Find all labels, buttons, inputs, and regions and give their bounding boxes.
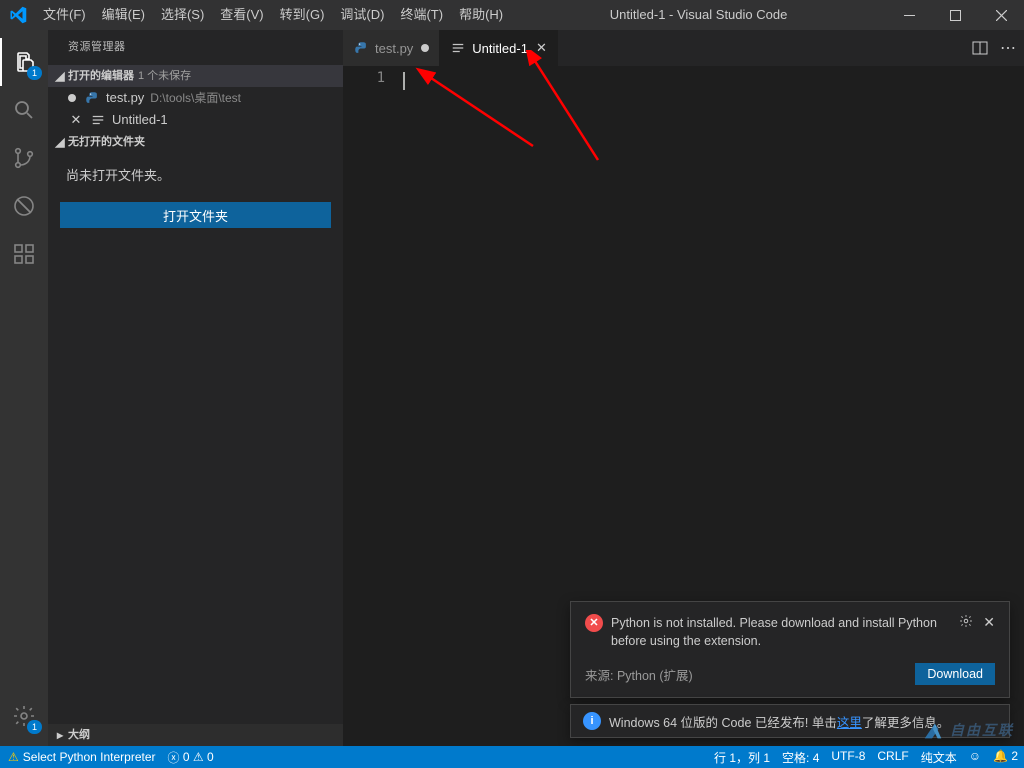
status-feedback-icon[interactable]: ☺ xyxy=(963,749,987,763)
debug-icon[interactable] xyxy=(0,182,48,230)
status-notifications[interactable]: 🔔 2 xyxy=(987,749,1024,763)
menu-selection[interactable]: 选择(S) xyxy=(153,0,212,30)
window-title: Untitled-1 - Visual Studio Code xyxy=(511,0,886,30)
outline-header[interactable]: ▸ 大纲 xyxy=(48,724,343,746)
notification-python: ✕ Python is not installed. Please downlo… xyxy=(570,601,1010,699)
editor-tabs: test.py Untitled-1 ✕ ⋯ xyxy=(343,30,1024,66)
close-icon[interactable]: ✕ xyxy=(536,40,547,56)
settings-gear-icon[interactable]: 1 xyxy=(0,692,48,740)
warning-count-icon: ⚠ xyxy=(193,750,204,764)
notification-text: Windows 64 位版的 Code 已经发布! 单击这里了解更多信息。 xyxy=(609,712,949,731)
text-file-icon xyxy=(450,40,466,56)
menu-edit[interactable]: 编辑(E) xyxy=(94,0,153,30)
chevron-right-icon: ▸ xyxy=(52,724,68,746)
menubar: 文件(F) 编辑(E) 选择(S) 查看(V) 转到(G) 调试(D) 终端(T… xyxy=(35,0,511,30)
menu-file[interactable]: 文件(F) xyxy=(35,0,94,30)
open-folder-button[interactable]: 打开文件夹 xyxy=(60,202,331,228)
more-icon[interactable]: ⋯ xyxy=(1000,38,1016,58)
python-file-icon xyxy=(84,90,100,106)
status-eol[interactable]: CRLF xyxy=(871,749,914,763)
python-file-icon xyxy=(353,40,369,56)
search-icon[interactable] xyxy=(0,86,48,134)
open-editors-label: 打开的编辑器 xyxy=(68,65,134,87)
titlebar: 文件(F) 编辑(E) 选择(S) 查看(V) 转到(G) 调试(D) 终端(T… xyxy=(0,0,1024,30)
close-button[interactable] xyxy=(978,0,1024,30)
split-editor-icon[interactable] xyxy=(972,40,988,56)
explorer-badge: 1 xyxy=(27,66,42,80)
status-bar: ⚠ Select Python Interpreter ⓧ 0 ⚠ 0 行 1，… xyxy=(0,746,1024,768)
settings-badge: 1 xyxy=(27,720,42,734)
minimap[interactable] xyxy=(1014,66,1024,746)
menu-help[interactable]: 帮助(H) xyxy=(451,0,511,30)
status-interpreter[interactable]: ⚠ Select Python Interpreter xyxy=(0,746,162,768)
notification-source: 来源: Python (扩展) xyxy=(585,665,693,684)
sidebar-explorer: 资源管理器 ◢ 打开的编辑器 1 个未保存 test.py D:\tools\桌… xyxy=(48,30,343,746)
activity-bar: 1 1 xyxy=(0,30,48,746)
status-problems[interactable]: ⓧ 0 ⚠ 0 xyxy=(162,746,220,768)
dirty-dot-icon xyxy=(68,94,76,102)
tab-actions: ⋯ xyxy=(972,30,1024,66)
explorer-icon[interactable]: 1 xyxy=(0,38,48,86)
close-icon[interactable]: ✕ xyxy=(68,109,84,131)
menu-terminal[interactable]: 终端(T) xyxy=(392,0,451,30)
menu-debug[interactable]: 调试(D) xyxy=(332,0,392,30)
no-folder-message: 尚未打开文件夹。 xyxy=(48,153,343,196)
status-encoding[interactable]: UTF-8 xyxy=(825,749,871,763)
no-folder-label: 无打开的文件夹 xyxy=(68,131,145,153)
outline-label: 大纲 xyxy=(68,724,90,746)
bell-icon: 🔔 xyxy=(993,749,1008,763)
menu-go[interactable]: 转到(G) xyxy=(272,0,333,30)
open-editor-item[interactable]: test.py D:\tools\桌面\test xyxy=(48,87,343,109)
unsaved-count: 1 个未保存 xyxy=(138,65,191,87)
notification-message: Python is not installed. Please download… xyxy=(611,614,949,652)
text-file-icon xyxy=(90,112,106,128)
open-editors-header[interactable]: ◢ 打开的编辑器 1 个未保存 xyxy=(48,65,343,87)
minimize-button[interactable] xyxy=(886,0,932,30)
source-control-icon[interactable] xyxy=(0,134,48,182)
status-cursor-pos[interactable]: 行 1，列 1 xyxy=(708,749,776,766)
info-link[interactable]: 这里 xyxy=(837,716,862,730)
extensions-icon[interactable] xyxy=(0,230,48,278)
chevron-down-icon: ◢ xyxy=(52,65,68,87)
error-count-icon: ⓧ xyxy=(168,749,180,766)
menu-view[interactable]: 查看(V) xyxy=(212,0,271,30)
file-name: test.py xyxy=(106,87,144,109)
gear-icon[interactable] xyxy=(959,614,973,631)
open-editor-item[interactable]: ✕ Untitled-1 xyxy=(48,109,343,131)
window-controls xyxy=(886,0,1024,30)
tab-label: test.py xyxy=(375,41,413,56)
tab-test-py[interactable]: test.py xyxy=(343,30,440,66)
tab-untitled[interactable]: Untitled-1 ✕ xyxy=(440,30,558,66)
notification-update: i Windows 64 位版的 Code 已经发布! 单击这里了解更多信息。 xyxy=(570,704,1010,738)
sidebar-title: 资源管理器 xyxy=(48,30,343,65)
no-folder-header[interactable]: ◢ 无打开的文件夹 xyxy=(48,131,343,153)
error-icon: ✕ xyxy=(585,614,603,632)
file-name: Untitled-1 xyxy=(112,109,168,131)
text-cursor xyxy=(403,72,405,90)
file-path: D:\tools\桌面\test xyxy=(150,87,241,109)
tab-label: Untitled-1 xyxy=(472,41,528,56)
chevron-down-icon: ◢ xyxy=(52,131,68,153)
status-language[interactable]: 纯文本 xyxy=(915,749,963,766)
line-gutter: 1 xyxy=(343,66,403,746)
info-icon: i xyxy=(583,712,601,730)
status-indent[interactable]: 空格: 4 xyxy=(776,749,825,766)
download-button[interactable]: Download xyxy=(915,663,995,685)
maximize-button[interactable] xyxy=(932,0,978,30)
warning-icon: ⚠ xyxy=(8,750,19,764)
close-icon[interactable]: ✕ xyxy=(983,614,995,631)
line-number: 1 xyxy=(343,70,385,86)
vscode-logo-icon xyxy=(0,6,35,24)
dirty-dot-icon xyxy=(421,44,429,52)
